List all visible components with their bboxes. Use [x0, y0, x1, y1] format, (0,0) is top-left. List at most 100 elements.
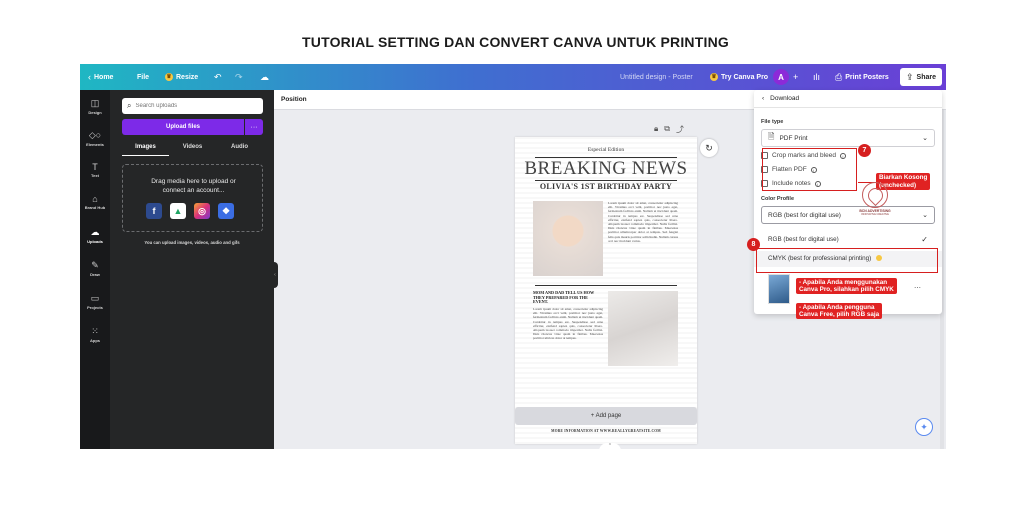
home-button[interactable]: ‹ Home: [88, 64, 113, 90]
add-page-button[interactable]: + Add page: [515, 407, 697, 425]
file-type-select[interactable]: 🗎︎ PDF Print ⌄: [761, 129, 935, 147]
cloud-upload-icon: ☁: [90, 227, 100, 237]
upload-files-button[interactable]: Upload files: [122, 119, 244, 135]
resize-button[interactable]: ♛ Resize: [165, 64, 198, 90]
rail-item-brand-hub[interactable]: ⌂ Brand Hub: [80, 194, 110, 210]
tab-images[interactable]: Images: [122, 140, 169, 156]
more-icon[interactable]: ⋯: [914, 284, 921, 292]
search-box: ⌕: [122, 98, 263, 114]
account-avatar[interactable]: A: [773, 64, 789, 90]
step-8-badge: 8: [747, 238, 760, 251]
profile-option-rgb[interactable]: RGB (best for digital use) ✓: [754, 232, 942, 248]
pages-drawer-handle[interactable]: ⌃: [599, 443, 621, 449]
file-type-label: File type: [761, 119, 784, 125]
chevron-left-icon: ‹: [762, 95, 765, 102]
poster-rule: [535, 180, 677, 181]
rail-item-uploads[interactable]: ☁ Uploads: [80, 227, 110, 244]
chevron-left-icon: ‹: [88, 72, 91, 82]
magic-assistant-icon[interactable]: ✦: [915, 418, 933, 436]
panel-collapse-handle[interactable]: ‹: [272, 262, 278, 288]
instagram-icon[interactable]: ◎: [194, 203, 210, 219]
download-header[interactable]: ‹ Download: [754, 90, 942, 108]
left-rail: ◫ Design ◇○ Elements T Text ⌂ Brand Hub …: [80, 90, 110, 449]
poster-footer: MORE INFORMATION AT WWW.REALLYGREATSITE.…: [551, 429, 661, 433]
add-collaborator-button[interactable]: +: [793, 64, 798, 90]
cloud-save-button[interactable]: ☁: [260, 64, 269, 90]
lock-icon[interactable]: 🔒︎: [654, 124, 658, 135]
poster-page[interactable]: Especial Edition BREAKING NEWS OLIVIA'S …: [515, 137, 697, 444]
page-tools: 🔒︎ ⧉ ⤴: [654, 124, 684, 135]
design-title[interactable]: Untitled design - Poster: [620, 64, 693, 90]
try-pro-button[interactable]: ♛ Try Canva Pro: [710, 64, 768, 90]
pen-icon: ✎: [91, 260, 99, 270]
add-page-icon[interactable]: ⤴: [676, 124, 684, 135]
rail-item-design[interactable]: ◫ Design: [80, 98, 110, 115]
annotation-box-options: [762, 148, 857, 191]
upload-tabs: Images Videos Audio: [122, 140, 263, 156]
position-button[interactable]: Position: [281, 96, 307, 103]
rail-item-elements[interactable]: ◇○ Elements: [80, 130, 110, 147]
bcn-logo-icon: [862, 182, 888, 208]
family-photo: [608, 291, 678, 366]
cloud-icon: ☁: [260, 71, 269, 82]
redo-button[interactable]: ↷: [235, 64, 243, 90]
watermark-logo: BCN ADVERTISING INNOVATIVE CREATIVE: [851, 182, 899, 216]
file-menu[interactable]: File: [137, 64, 149, 90]
rail-item-draw[interactable]: ✎ Draw: [80, 260, 110, 277]
poster-rule: [535, 285, 677, 286]
top-bar: ‹ Home File ♛ Resize ↶ ↷ ☁ Untitled desi…: [80, 64, 946, 90]
refresh-icon[interactable]: ↻: [700, 139, 718, 157]
bar-chart-icon: ılı: [813, 72, 821, 82]
crown-icon: ♛: [710, 73, 718, 81]
canva-app: ‹ Home File ♛ Resize ↶ ↷ ☁ Untitled desi…: [80, 64, 946, 449]
printer-icon: ⎙: [835, 71, 843, 82]
dropbox-icon[interactable]: ❖: [218, 203, 234, 219]
facebook-icon[interactable]: f: [146, 203, 162, 219]
upload-hint: You can upload images, videos, audio and…: [144, 240, 240, 245]
search-input[interactable]: [135, 103, 246, 109]
redo-icon: ↷: [235, 71, 243, 82]
search-icon: ⌕: [127, 101, 132, 110]
print-posters-button[interactable]: ⎙ Print Posters: [835, 64, 889, 90]
baby-photo: [533, 201, 603, 276]
crown-icon: ♛: [165, 73, 173, 81]
color-profile-label: Color Profile: [761, 196, 795, 202]
poster-body-2: Lorem ipsum dolor sit amet, consectetur …: [533, 307, 603, 341]
poster-headline: BREAKING NEWS: [524, 158, 688, 179]
undo-button[interactable]: ↶: [214, 64, 222, 90]
tab-audio[interactable]: Audio: [216, 140, 263, 156]
color-profile-select[interactable]: RGB (best for digital use) ⌄: [761, 206, 935, 224]
rail-item-text[interactable]: T Text: [80, 162, 110, 178]
chevron-down-icon: ⌄: [922, 212, 928, 219]
step-7-badge: 7: [858, 144, 871, 157]
share-icon: ⇪: [906, 71, 914, 82]
tutorial-page: TUTORIAL SETTING DAN CONVERT CANVA UNTUK…: [0, 0, 1024, 512]
upload-more-button[interactable]: ···: [245, 119, 263, 135]
duplicate-icon[interactable]: ⧉: [664, 124, 670, 135]
rail-item-projects[interactable]: ▭ Projects: [80, 293, 110, 310]
dropzone-text: Drag media here to upload or connect an …: [151, 178, 236, 194]
design-thumbnail: [768, 274, 790, 304]
page-title: TUTORIAL SETTING DAN CONVERT CANVA UNTUK…: [302, 34, 729, 50]
google-drive-icon[interactable]: ▲: [170, 203, 186, 219]
plus-icon: +: [793, 72, 799, 82]
connect-accounts: f ▲ ◎ ❖: [146, 203, 234, 219]
poster-subheadline: OLIVIA'S 1ST BIRTHDAY PARTY: [539, 182, 673, 191]
poster-headline-2: MOM AND DAD TELL US HOW THEY PREPARED FO…: [533, 290, 595, 305]
share-button[interactable]: ⇪ Share: [900, 68, 943, 86]
tab-videos[interactable]: Videos: [169, 140, 216, 156]
annotation-box-cmyk: [756, 248, 938, 273]
insights-button[interactable]: ılı: [813, 64, 820, 90]
upload-dropzone[interactable]: Drag media here to upload or connect an …: [122, 164, 263, 232]
share-button-wrap: ⇪ Share: [900, 64, 943, 90]
text-icon: T: [92, 162, 98, 172]
layout-icon: ◫: [90, 98, 100, 108]
brand-icon: ⌂: [92, 194, 98, 204]
note-canva-free: - Apabila Anda pengguna Canva Free, pili…: [796, 303, 883, 319]
undo-icon: ↶: [214, 71, 222, 82]
chevron-down-icon: ⌄: [922, 135, 928, 142]
shapes-icon: ◇○: [88, 130, 102, 140]
rail-item-apps[interactable]: ⁙ Apps: [80, 326, 110, 343]
note-canva-pro: - Apabila Anda menggunakan Canva Pro, si…: [796, 278, 897, 294]
pdf-file-icon: 🗎︎: [768, 132, 775, 141]
